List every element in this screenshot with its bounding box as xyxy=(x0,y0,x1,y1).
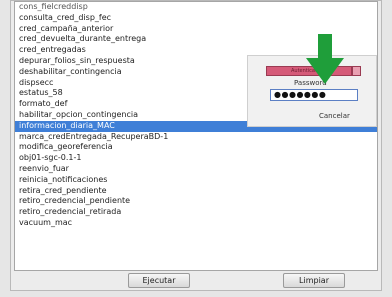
list-item[interactable]: consulta_cred_disp_fec xyxy=(15,13,377,24)
bottom-bar: Ejecutar Limpiar xyxy=(11,271,383,292)
down-arrow-icon xyxy=(306,34,344,84)
list-item[interactable]: reinicia_notificaciones xyxy=(15,175,377,186)
cancel-button[interactable]: Cancelar xyxy=(319,112,350,120)
list-item[interactable]: obj01-sgc-0.1-1 xyxy=(15,153,377,164)
list-item[interactable]: reenvio_fuar xyxy=(15,164,377,175)
list-item[interactable]: marca_credEntregada_RecuperaBD-1 xyxy=(15,132,377,143)
list-item[interactable]: vacuum_mac xyxy=(15,218,377,229)
clear-button[interactable]: Limpiar xyxy=(283,273,345,288)
close-icon[interactable] xyxy=(352,66,361,76)
list-item[interactable]: retiro_credencial_pendiente xyxy=(15,196,377,207)
list-item[interactable]: cred_campaña_anterior xyxy=(15,24,377,35)
execute-button[interactable]: Ejecutar xyxy=(128,273,190,288)
password-field[interactable]: ●●●●●●● xyxy=(270,89,358,101)
list-item[interactable]: retira_cred_pendiente xyxy=(15,186,377,197)
list-item[interactable]: cons_fielcreddisp xyxy=(15,2,377,13)
list-item[interactable]: retiro_credencial_retirada xyxy=(15,207,377,218)
list-item[interactable]: modifica_georeferencia xyxy=(15,142,377,153)
